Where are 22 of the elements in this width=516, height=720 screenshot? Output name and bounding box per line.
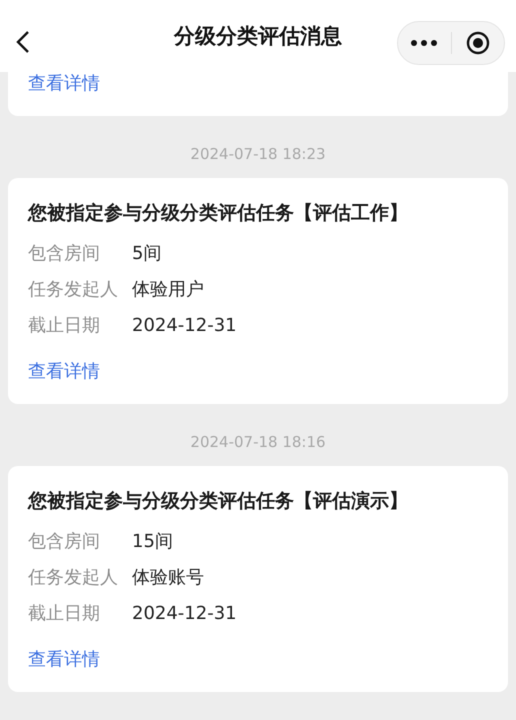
page-title: 分级分类评估消息 bbox=[174, 23, 342, 50]
field-value: 体验账号 bbox=[132, 566, 204, 590]
field-value: 2024-12-31 bbox=[132, 602, 237, 626]
field-label: 包含房间 bbox=[28, 530, 101, 554]
field-value: 15间 bbox=[132, 530, 173, 554]
field-label: 包含房间 bbox=[28, 242, 101, 266]
message-title: 您被指定参与分级分类评估任务【评估演示】 bbox=[28, 489, 409, 514]
more-icon[interactable] bbox=[411, 40, 438, 46]
message-title: 您被指定参与分级分类评估任务【评估工作】 bbox=[28, 201, 409, 226]
field-label: 任务发起人 bbox=[28, 566, 119, 590]
field-value: 2024-12-31 bbox=[132, 314, 237, 338]
field-label: 截止日期 bbox=[28, 602, 101, 626]
timestamp: 2024-07-18 18:23 bbox=[189, 144, 327, 165]
close-icon[interactable] bbox=[466, 31, 490, 55]
details-link[interactable]: 查看详情 bbox=[28, 72, 100, 96]
field-label: 任务发起人 bbox=[28, 278, 119, 302]
details-link[interactable]: 查看详情 bbox=[28, 648, 100, 672]
timestamp: 2024-07-18 18:16 bbox=[189, 432, 327, 453]
field-value: 5间 bbox=[132, 242, 162, 266]
details-link[interactable]: 查看详情 bbox=[28, 360, 100, 384]
field-label: 截止日期 bbox=[28, 314, 101, 338]
field-value: 体验用户 bbox=[132, 278, 204, 302]
